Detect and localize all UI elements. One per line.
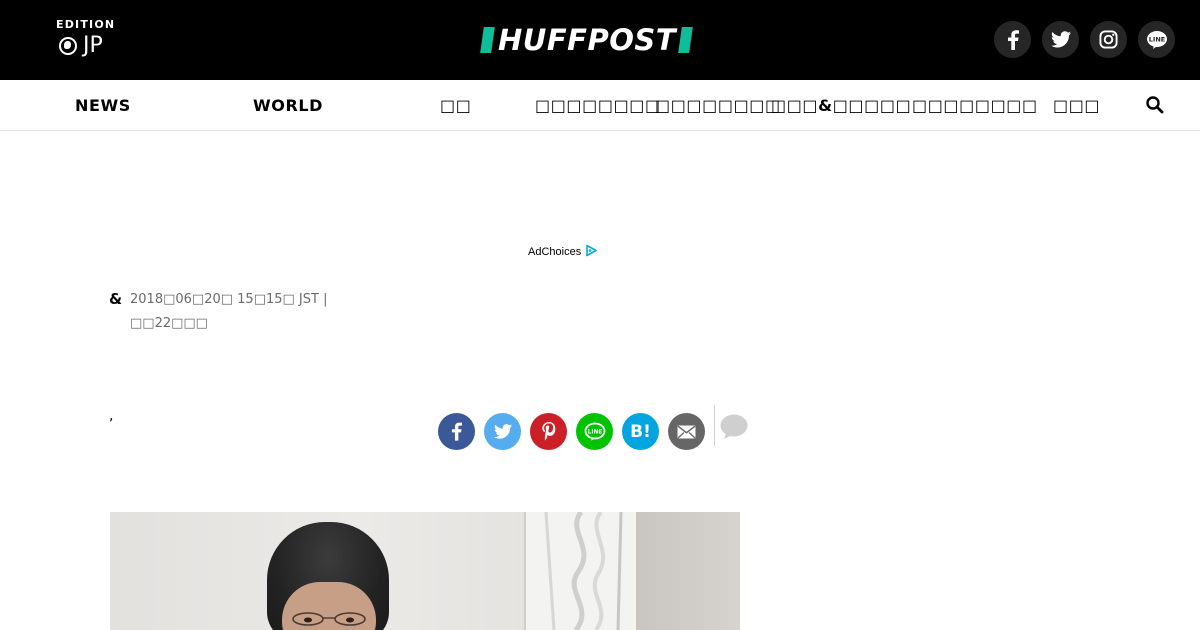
email-share-icon[interactable]	[668, 413, 705, 450]
logo-bar-right	[678, 27, 693, 53]
nav-item-news[interactable]: NEWS	[75, 80, 131, 130]
photo-person-glasses	[292, 612, 366, 626]
globe-icon	[59, 37, 77, 55]
main-nav: NEWS WORLD □□ □□□□□□□□ □□□□□□□□ □□□&□□□□…	[0, 80, 1200, 131]
photo-door	[636, 512, 740, 630]
nav-item-7[interactable]: □□□□□□□□	[912, 80, 1038, 130]
nav-item-8[interactable]: □□□	[1053, 80, 1100, 130]
hatena-share-text: B!	[630, 421, 651, 442]
edition-selector[interactable]: EDITION JP	[56, 18, 115, 58]
nav-item-world[interactable]: WORLD	[253, 80, 323, 130]
line-icon[interactable]: LINE	[1138, 21, 1175, 58]
search-icon[interactable]	[1145, 95, 1165, 115]
ad-choices-label: AdChoices	[528, 246, 582, 258]
line-share-icon[interactable]: LINE	[576, 413, 613, 450]
updated-date: □□22□□□	[130, 316, 208, 331]
nav-item-6[interactable]: □□□&□□□□□	[771, 80, 911, 130]
ad-choices-icon	[585, 244, 598, 260]
social-links: LINE	[994, 21, 1175, 58]
edition-code: JP	[83, 33, 103, 58]
top-header-bar: EDITION JP HUFFPOST LINE	[0, 0, 1200, 80]
twitter-share-icon[interactable]	[484, 413, 521, 450]
photo-railing	[526, 512, 636, 630]
ad-choices[interactable]: AdChoices	[528, 244, 598, 260]
comment-icon[interactable]	[720, 414, 748, 444]
nav-item-3[interactable]: □□	[440, 80, 471, 130]
facebook-share-icon[interactable]	[438, 413, 475, 450]
published-date: 2018□06□20□ 15□15□ JST |	[130, 292, 328, 307]
edition-label: EDITION	[56, 18, 116, 31]
article-text-fragment: ,	[109, 408, 114, 424]
line-share-text: LINE	[587, 429, 602, 435]
hatena-share-icon[interactable]: B!	[622, 413, 659, 450]
huffpost-logo[interactable]: HUFFPOST	[480, 23, 693, 57]
nav-item-4[interactable]: □□□□□□□□	[535, 80, 661, 130]
logo-text: HUFFPOST	[498, 23, 677, 57]
byline-symbol: &	[109, 290, 123, 308]
share-buttons: LINE B!	[438, 413, 705, 450]
line-icon-text: LINE	[1148, 35, 1164, 43]
instagram-icon[interactable]	[1090, 21, 1127, 58]
pinterest-share-icon[interactable]	[530, 413, 567, 450]
facebook-icon[interactable]	[994, 21, 1031, 58]
nav-item-5[interactable]: □□□□□□□□	[655, 80, 781, 130]
twitter-icon[interactable]	[1042, 21, 1079, 58]
share-divider	[714, 405, 715, 446]
hero-photo	[110, 512, 740, 630]
